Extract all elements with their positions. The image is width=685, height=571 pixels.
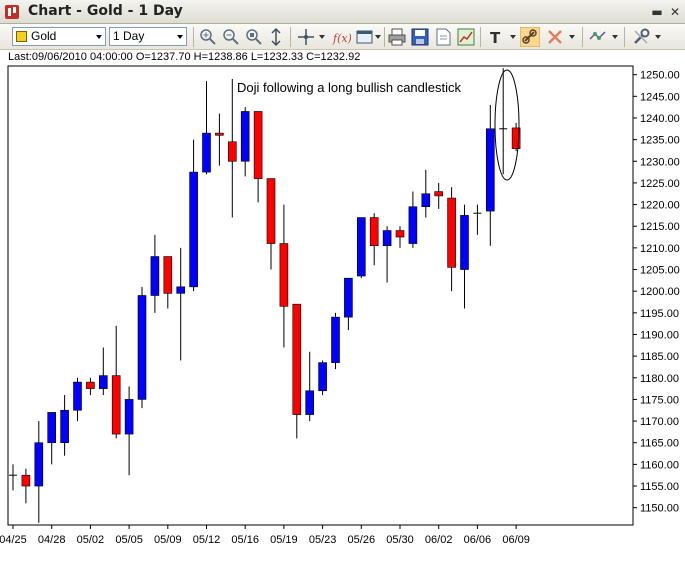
y-tick-label: 1175.00 xyxy=(640,394,679,406)
candle[interactable] xyxy=(137,286,147,409)
x-tick-label: 05/16 xyxy=(231,534,259,546)
bearish-candle-body xyxy=(253,111,263,179)
x-tick-label: 04/25 xyxy=(0,534,27,546)
bullish-candle-body xyxy=(34,442,44,487)
y-tick-label: 1155.00 xyxy=(640,481,679,493)
y-axis: 1250.00 1245.00 1240.00 1235.00 1230.00 1225.… xyxy=(633,70,680,515)
x-tick-label: 05/23 xyxy=(309,534,337,546)
bearish-candle-body xyxy=(163,256,173,294)
bearish-candle-body xyxy=(21,474,31,487)
bullish-candle-body xyxy=(150,256,160,296)
bearish-candle-body xyxy=(266,178,276,244)
y-tick-label: 1170.00 xyxy=(640,416,679,428)
bullish-candle-body xyxy=(356,217,366,277)
bullish-candle-body xyxy=(60,409,69,444)
bearish-candle-body xyxy=(215,132,224,136)
x-tick-label: 05/19 xyxy=(270,534,298,546)
candle[interactable] xyxy=(331,312,340,370)
bearish-candle-body xyxy=(447,197,456,268)
y-tick-label: 1190.00 xyxy=(640,329,679,341)
y-tick-label: 1185.00 xyxy=(640,351,679,363)
bearish-candle-body xyxy=(292,303,302,415)
annotation-text: Doji following a long bullish candlestic… xyxy=(237,80,462,95)
y-tick-label: 1215.00 xyxy=(640,221,680,233)
y-tick-label: 1150.00 xyxy=(640,503,679,515)
y-tick-label: 1195.00 xyxy=(640,308,679,320)
plot-area xyxy=(7,65,634,526)
bullish-candle-body xyxy=(202,132,211,173)
candlestick-chart[interactable]: 1250.00 1245.00 1240.00 1235.00 1230.00 1225.… xyxy=(0,0,685,571)
x-tick-label: 06/06 xyxy=(464,534,492,546)
y-tick-label: 1240.00 xyxy=(640,113,680,125)
bullish-candle-body xyxy=(73,381,82,411)
y-tick-label: 1160.00 xyxy=(640,459,679,471)
bearish-candle-body xyxy=(434,191,444,197)
bullish-candle-body xyxy=(421,193,431,208)
x-tick-label: 04/28 xyxy=(38,534,66,546)
y-tick-label: 1210.00 xyxy=(640,243,680,255)
bullish-candle-body xyxy=(240,111,250,162)
candle[interactable] xyxy=(356,217,366,279)
x-tick-label: 05/05 xyxy=(115,534,143,546)
bullish-candle-body xyxy=(176,286,185,294)
y-tick-label: 1250.00 xyxy=(640,70,680,82)
bearish-candle-body xyxy=(395,230,405,238)
y-tick-label: 1200.00 xyxy=(640,286,680,298)
bullish-candle-body xyxy=(460,215,469,270)
x-tick-label: 05/26 xyxy=(348,534,376,546)
bullish-candle-body xyxy=(344,277,353,318)
x-tick-label: 05/09 xyxy=(154,534,182,546)
candle[interactable] xyxy=(318,360,327,396)
y-tick-label: 1220.00 xyxy=(640,200,680,212)
bullish-candle-body xyxy=(408,206,418,244)
bearish-candle-body xyxy=(111,375,121,435)
x-tick-label: 05/02 xyxy=(77,534,105,546)
x-tick-label: 06/09 xyxy=(502,534,530,546)
x-axis: 04/25 04/28 05/02 05/05 05/09 05/12 05/16 05/19… xyxy=(0,525,530,546)
bullish-candle-body xyxy=(331,316,340,363)
y-tick-label: 1180.00 xyxy=(640,373,679,385)
bullish-candle-body xyxy=(305,390,315,415)
y-tick-label: 1225.00 xyxy=(640,178,680,190)
bearish-candle-body xyxy=(279,243,289,307)
bearish-candle-body xyxy=(369,217,379,247)
x-tick-label: 05/30 xyxy=(386,534,414,546)
bullish-candle-body xyxy=(47,412,57,444)
y-tick-label: 1230.00 xyxy=(640,156,680,168)
x-tick-label: 06/02 xyxy=(425,534,453,546)
bearish-candle-body xyxy=(86,381,95,389)
bullish-candle-body xyxy=(99,375,108,389)
bullish-candle-body xyxy=(124,399,134,435)
bullish-candle-body xyxy=(189,171,198,288)
bullish-candle-body xyxy=(382,230,392,247)
bullish-candle-body xyxy=(137,295,147,400)
bullish-candle-body xyxy=(485,128,495,212)
y-tick-label: 1235.00 xyxy=(640,135,680,147)
bearish-candle-body xyxy=(228,141,237,162)
y-tick-label: 1205.00 xyxy=(640,265,680,277)
y-tick-label: 1245.00 xyxy=(640,91,680,103)
x-tick-label: 05/12 xyxy=(193,534,221,546)
bullish-candle-body xyxy=(318,362,327,392)
y-tick-label: 1165.00 xyxy=(640,438,679,450)
